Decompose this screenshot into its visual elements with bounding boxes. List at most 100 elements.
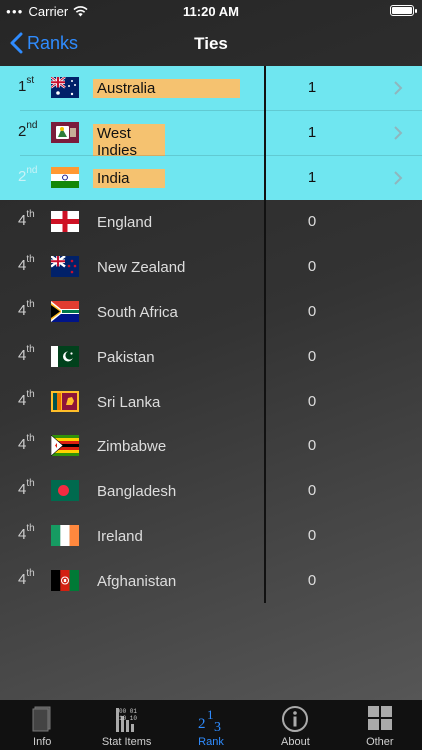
table-row[interactable]: 2nd West Indies 1: [0, 110, 422, 160]
status-time: 11:20 AM: [183, 4, 239, 19]
svg-text:10 10: 10 10: [119, 715, 137, 722]
rank-suffix: th: [26, 388, 35, 400]
ties-value: 0: [307, 482, 317, 500]
rank-suffix: th: [26, 567, 35, 579]
rank-suffix: th: [26, 298, 35, 310]
rank-label: 2nd: [18, 119, 48, 140]
grid-icon: [367, 706, 392, 730]
page-title: Ties: [194, 34, 228, 53]
table-row[interactable]: 4th Afghanistan 0: [0, 559, 422, 604]
country-label: Bangladesh: [97, 483, 177, 501]
pakistan-flag-icon: [51, 345, 79, 367]
rank-label: 4th: [18, 254, 48, 274]
ties-value: 0: [307, 526, 317, 544]
ties-value: 0: [307, 302, 317, 320]
rank-label: 1st: [18, 75, 48, 95]
england-flag-icon: [51, 211, 79, 233]
ireland-flag-icon: [51, 524, 79, 546]
svg-text:3: 3: [214, 720, 221, 734]
bangladesh-flag-icon: [51, 480, 79, 502]
rank-suffix: th: [26, 522, 35, 534]
rank-label: 4th: [18, 298, 48, 319]
table-row[interactable]: 4th New Zealand 0: [0, 245, 422, 290]
ranking-table: 1st Australia 1 2nd West Indies 1 2nd In…: [0, 66, 422, 604]
tab-label: Other: [366, 736, 394, 748]
afghanistan-flag-icon: [51, 569, 79, 591]
table-row[interactable]: 4th South Africa 0: [0, 290, 422, 335]
table-row[interactable]: 4th Pakistan 0: [0, 335, 422, 380]
country-label: Afghanistan: [97, 572, 177, 590]
rank-suffix: nd: [26, 164, 38, 176]
south-africa-flag-icon: [51, 300, 79, 322]
country-label: Sri Lanka: [97, 393, 161, 411]
australia-flag-icon: [51, 77, 79, 98]
ties-value: 0: [307, 392, 317, 410]
country-label: New Zealand: [97, 259, 186, 277]
chevron-right-icon: [394, 170, 403, 185]
new-zealand-flag-icon: [51, 256, 79, 278]
rank-suffix: th: [26, 343, 35, 355]
tab-label: About: [281, 736, 310, 748]
tab-rank[interactable]: 2 1 3 Rank: [169, 700, 253, 750]
tab-label: Rank: [198, 736, 224, 748]
rank-suffix: th: [26, 433, 35, 445]
ties-value: 1: [307, 79, 317, 96]
rank-suffix: th: [26, 209, 35, 221]
svg-text:00 01: 00 01: [119, 708, 137, 715]
west-indies-flag-icon: [51, 121, 79, 143]
table-row[interactable]: 2nd India 1: [0, 155, 422, 201]
rank-suffix: nd: [26, 119, 38, 131]
country-label: Pakistan: [97, 348, 155, 366]
ties-value: 0: [307, 213, 317, 231]
table-row[interactable]: 1st Australia 1: [0, 66, 422, 111]
ties-value: 1: [307, 168, 317, 186]
table-row[interactable]: 4th Zimbabwe 0: [0, 424, 422, 469]
tab-label: Stat Items: [101, 736, 152, 748]
country-label: England: [97, 214, 153, 232]
tab-label: Info: [33, 736, 52, 748]
ties-value: 1: [307, 123, 317, 141]
svg-text:1: 1: [207, 707, 214, 722]
tab-bar: Info 00 01 10 10 Stat Items 2 1 3 Rank A…: [0, 700, 422, 750]
rank-label: 2nd: [18, 164, 48, 185]
tab-stat-items[interactable]: 00 01 10 10 Stat Items: [84, 700, 168, 750]
column-divider: [264, 66, 266, 603]
info-icon: [282, 706, 309, 732]
india-flag-icon: [51, 166, 79, 188]
ties-value: 0: [307, 571, 317, 589]
rank-label: 4th: [18, 478, 48, 498]
country-label: Ireland: [97, 527, 143, 545]
sri-lanka-flag-icon: [51, 390, 79, 412]
rank-suffix: th: [26, 254, 35, 266]
rank-suffix: st: [26, 75, 35, 86]
rank-label: 4th: [18, 522, 48, 543]
tab-info[interactable]: Info: [0, 700, 84, 750]
ties-value: 0: [307, 347, 317, 365]
ties-value: 0: [307, 258, 317, 276]
tab-other[interactable]: Other: [338, 700, 422, 750]
chevron-right-icon: [394, 81, 403, 95]
chevron-right-icon: [394, 126, 403, 140]
rank-icon: 2 1 3: [198, 707, 221, 734]
battery-icon: [390, 5, 417, 16]
table-row[interactable]: 4th Sri Lanka 0: [0, 380, 422, 425]
country-label: Australia: [93, 79, 240, 98]
table-row[interactable]: 4th Ireland 0: [0, 514, 422, 559]
ties-value: 0: [307, 437, 317, 455]
zimbabwe-flag-icon: [51, 435, 79, 457]
rank-label: 4th: [18, 388, 48, 409]
rank-label: 4th: [18, 343, 48, 364]
table-row[interactable]: 4th Bangladesh 0: [0, 469, 422, 514]
country-label: South Africa: [97, 303, 178, 321]
table-row[interactable]: 4th England 0: [0, 200, 422, 245]
navigation-bar: Ranks Ties: [0, 22, 422, 66]
tab-about[interactable]: About: [253, 700, 337, 750]
book-icon: [32, 706, 51, 732]
country-label: Zimbabwe: [97, 438, 167, 456]
stats-icon: 00 01 10 10: [115, 708, 137, 732]
rank-label: 4th: [18, 567, 48, 588]
status-bar: ●●● Carrier 11:20 AM: [0, 0, 422, 22]
rank-label: 4th: [18, 209, 48, 229]
country-label: India: [93, 168, 165, 188]
rank-suffix: th: [26, 478, 35, 490]
